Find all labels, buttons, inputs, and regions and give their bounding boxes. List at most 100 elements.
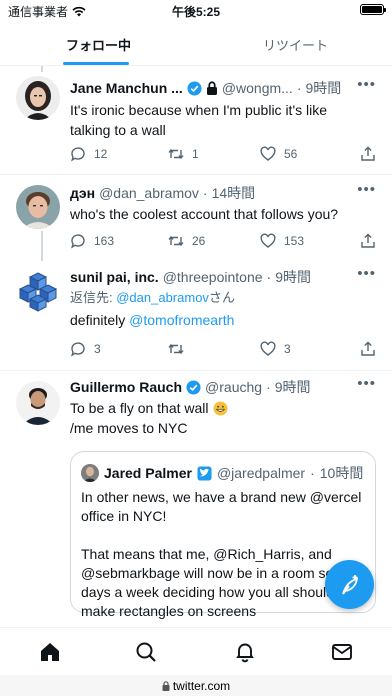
reply-to-label: 返信先: [70, 290, 117, 305]
tweet-time[interactable]: 9時間 [306, 78, 342, 98]
verified-badge-icon [187, 80, 202, 96]
more-icon[interactable]: ••• [357, 181, 376, 198]
tab-retweets[interactable]: リツイート [263, 35, 328, 54]
verified-badge-icon [186, 379, 201, 395]
heart-icon [260, 146, 276, 161]
retweet-button[interactable]: 26 [168, 233, 205, 249]
tweet-header: sunil pai, inc. @threepointone · 9時間 ••• [70, 265, 376, 287]
tweet-text: It's ironic because when I'm public it's… [70, 102, 328, 138]
lock-icon [162, 680, 170, 691]
url-text: twitter.com [172, 678, 231, 693]
avatar[interactable] [16, 381, 60, 425]
like-button[interactable]: 153 [260, 233, 304, 249]
mention-link[interactable]: @tomofromearth [129, 312, 234, 328]
lock-icon [206, 81, 217, 95]
status-time: 午後5:25 [171, 5, 221, 19]
author-name[interactable]: Guillermo Rauch [70, 379, 182, 395]
reply-button[interactable]: 3 [70, 341, 101, 357]
avatar[interactable] [16, 269, 60, 313]
reply-to-suffix: さん [208, 290, 235, 305]
author-handle[interactable]: @wongm... [222, 80, 293, 96]
avatar[interactable] [16, 185, 60, 229]
like-button[interactable]: 56 [260, 146, 297, 162]
thread-line [41, 231, 43, 261]
tweet-time[interactable]: 14時間 [212, 183, 256, 203]
share-button[interactable] [360, 341, 376, 357]
mail-icon [332, 644, 352, 660]
reply-button[interactable]: 12 [70, 146, 107, 162]
tweet-header: Jane Manchun ... @wongm... · 9時間 ••• [70, 76, 376, 98]
verified-badge-icon [197, 465, 212, 481]
tab-following[interactable]: フォロー中 [66, 35, 131, 54]
like-button[interactable]: 3 [260, 341, 291, 357]
retweet-count: 26 [192, 234, 206, 248]
tweet[interactable]: дэн @dan_abramov · 14時間 ••• who's the co… [0, 175, 392, 261]
retweet-button[interactable]: 1 [168, 146, 199, 162]
battery-icon [360, 4, 386, 15]
nav-search[interactable] [135, 641, 157, 663]
tweet[interactable]: sunil pai, inc. @threepointone · 9時間 •••… [0, 261, 392, 371]
tweet-actions: 163 26 153 [70, 233, 376, 253]
author-name[interactable]: Jane Manchun ... [70, 80, 183, 96]
share-button[interactable] [360, 233, 376, 249]
compose-button[interactable] [325, 560, 374, 609]
tweet-time[interactable]: 9時間 [275, 267, 311, 287]
like-count: 3 [284, 342, 291, 356]
tweet-text: definitely @tomofromearth [70, 310, 370, 330]
tweet[interactable]: Jane Manchun ... @wongm... · 9時間 ••• It'… [0, 66, 392, 175]
tweet-text: To be a fly on that wall /me moves to NY… [70, 398, 370, 438]
timeline-tabs: フォロー中 リツイート [0, 22, 392, 66]
grinning-emoji-icon [213, 400, 228, 416]
url-bar[interactable]: twitter.com [0, 675, 392, 696]
tweet-time[interactable]: 9時間 [275, 377, 311, 397]
reply-count: 163 [94, 234, 115, 248]
tweet-actions: 3 3 [70, 341, 376, 361]
separator-dot: · [310, 465, 315, 481]
share-icon [361, 146, 375, 161]
heart-icon [260, 233, 276, 248]
reply-icon [71, 234, 85, 249]
share-button[interactable] [360, 146, 376, 162]
author-handle[interactable]: @rauchg [205, 379, 262, 395]
avatar[interactable] [16, 76, 60, 120]
quote-time: 10時間 [319, 465, 364, 481]
share-icon [361, 341, 375, 356]
nav-messages[interactable] [331, 641, 353, 663]
nav-notifications[interactable] [234, 641, 256, 663]
separator-dot: · [202, 185, 208, 201]
reply-button[interactable]: 163 [70, 233, 114, 249]
tweet-header: дэн @dan_abramov · 14時間 ••• [70, 181, 376, 203]
retweet-icon [168, 343, 184, 355]
more-icon[interactable]: ••• [357, 375, 376, 392]
tweet-feed[interactable]: Jane Manchun ... @wongm... · 9時間 ••• It'… [0, 66, 392, 627]
bell-icon [236, 643, 254, 663]
reply-icon [71, 147, 85, 162]
author-handle[interactable]: @threepointone [163, 269, 263, 285]
nav-home[interactable] [39, 641, 61, 663]
retweet-icon [168, 235, 184, 247]
author-name[interactable]: sunil pai, inc. [70, 269, 159, 285]
active-tab-indicator [63, 62, 129, 65]
author-handle[interactable]: @dan_abramov [99, 185, 199, 201]
share-icon [361, 233, 375, 248]
separator-dot: · [266, 269, 272, 285]
reply-to-handle[interactable]: @dan_abramov [116, 290, 209, 305]
more-icon[interactable]: ••• [357, 76, 376, 93]
home-icon [41, 643, 59, 661]
quote-header: Jared Palmer @jaredpalmer · 10時間 [81, 463, 363, 483]
tweet-text-body: definitely [70, 312, 130, 328]
quote-text: In other news, we have a brand new @verc… [81, 489, 364, 619]
more-icon[interactable]: ••• [357, 265, 376, 282]
search-icon [136, 642, 156, 662]
quote-author-name: Jared Palmer [104, 465, 192, 481]
separator-dot: · [266, 379, 271, 395]
tweet-text-line: /me moves to NYC [70, 420, 188, 436]
retweet-button[interactable] [168, 341, 192, 357]
reply-icon [71, 342, 85, 357]
tweet-text: who's the coolest account that follows y… [70, 206, 339, 222]
reply-count: 3 [94, 342, 101, 356]
status-bar: 通信事業者 午後5:25 [0, 0, 392, 20]
author-name[interactable]: дэн [70, 185, 95, 201]
compose-feather-icon [341, 574, 358, 595]
tweet-header: Guillermo Rauch @rauchg · 9時間 ••• [70, 375, 376, 397]
